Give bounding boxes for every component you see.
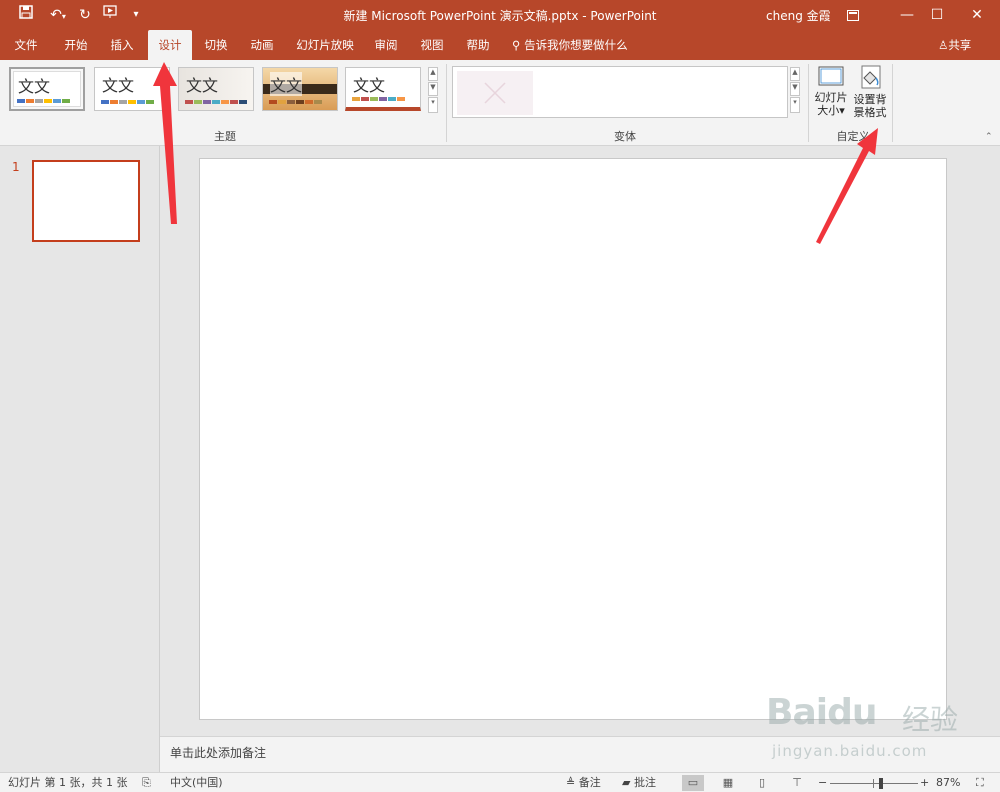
variants-scroll-down[interactable]: ▼ bbox=[790, 82, 800, 96]
format-background-button[interactable]: 设置背 景格式 bbox=[851, 64, 889, 126]
slide-thumbnail[interactable] bbox=[32, 160, 140, 242]
format-background-label-line1: 设置背 bbox=[853, 93, 887, 106]
close-icon[interactable]: ✕ bbox=[954, 0, 1000, 30]
slide-size-label-line2: 大小▾ bbox=[817, 104, 845, 117]
tab-animations[interactable]: 动画 bbox=[242, 30, 282, 60]
slide-canvas[interactable] bbox=[199, 158, 947, 720]
redo-icon[interactable]: ↻ bbox=[76, 5, 94, 25]
zoom-out-button[interactable]: − bbox=[818, 775, 827, 791]
group-label-customize: 自定义 bbox=[836, 130, 870, 143]
variants-more[interactable]: ▾ bbox=[790, 97, 800, 113]
variants-scroll-up[interactable]: ▲ bbox=[790, 67, 800, 81]
slide-thumbnails-pane: 1 bbox=[0, 146, 160, 772]
group-separator bbox=[808, 64, 809, 142]
undo-icon[interactable]: ↶▾ bbox=[44, 5, 72, 25]
save-icon[interactable] bbox=[16, 5, 36, 25]
zoom-level[interactable]: 87% bbox=[936, 775, 960, 791]
slide-size-button[interactable]: 幻灯片 大小▾ bbox=[812, 64, 850, 126]
window-title: 新建 Microsoft PowerPoint 演示文稿.pptx - Powe… bbox=[343, 9, 657, 23]
search-icon: ⚲ bbox=[512, 38, 521, 52]
group-separator bbox=[446, 64, 447, 142]
slide-sorter-view-icon[interactable]: ▦ bbox=[717, 775, 739, 791]
share-label: 共享 bbox=[948, 38, 972, 52]
group-label-variants: 变体 bbox=[614, 130, 636, 143]
watermark-brand: Baidu bbox=[766, 692, 877, 733]
format-background-icon bbox=[861, 65, 881, 89]
themes-scroll-down[interactable]: ▼ bbox=[428, 82, 438, 96]
zoom-track bbox=[830, 783, 918, 784]
ribbon-tabs: 文件 开始 插入 设计 切换 动画 幻灯片放映 审阅 视图 帮助 ⚲ 告诉我你想… bbox=[0, 30, 1000, 60]
themes-scroll-up[interactable]: ▲ bbox=[428, 67, 438, 81]
slide-size-label-line1: 幻灯片 bbox=[814, 91, 848, 104]
theme-4[interactable]: 文文 bbox=[262, 67, 338, 111]
normal-view-icon[interactable]: ▭ bbox=[682, 775, 704, 791]
slide-editing-pane bbox=[160, 146, 1000, 736]
notes-toggle[interactable]: ≜ 备注 bbox=[566, 775, 601, 791]
slideshow-view-icon[interactable]: ⊤ bbox=[786, 775, 808, 791]
reading-view-icon[interactable]: ▯ bbox=[751, 775, 773, 791]
zoom-slider[interactable] bbox=[830, 775, 918, 791]
tab-home[interactable]: 开始 bbox=[56, 30, 96, 60]
format-background-label-line2: 景格式 bbox=[853, 106, 887, 119]
theme-office[interactable]: 文文 bbox=[9, 67, 85, 111]
notes-placeholder: 单击此处添加备注 bbox=[170, 746, 267, 760]
collapse-ribbon-icon[interactable]: ⌃ bbox=[985, 132, 993, 142]
tell-me-text: 告诉我你想要做什么 bbox=[524, 38, 628, 52]
start-from-beginning-icon[interactable] bbox=[100, 5, 122, 25]
zoom-center-mark bbox=[873, 779, 874, 788]
themes-more[interactable]: ▾ bbox=[428, 97, 438, 113]
zoom-thumb[interactable] bbox=[879, 778, 884, 789]
group-label-themes: 主题 bbox=[214, 130, 236, 143]
watermark-brand-cn: 经验 bbox=[902, 703, 959, 736]
tab-view[interactable]: 视图 bbox=[412, 30, 452, 60]
watermark-url: jingyan.baidu.com bbox=[772, 742, 928, 760]
title-bar: ↶▾ ↻ ▾ 新建 Microsoft PowerPoint 演示文稿.pptx… bbox=[0, 0, 1000, 30]
slide-info: 幻灯片 第 1 张，共 1 张 bbox=[8, 776, 128, 789]
tab-slideshow[interactable]: 幻灯片放映 bbox=[290, 30, 360, 60]
language[interactable]: 中文(中国) bbox=[170, 775, 223, 791]
comments-toggle[interactable]: ▰ 批注 bbox=[622, 775, 656, 791]
tab-design[interactable]: 设计 bbox=[148, 30, 192, 60]
variant-placeholder[interactable] bbox=[457, 71, 533, 115]
theme-label: 文文 bbox=[102, 76, 135, 95]
fit-to-window-icon[interactable]: ⛶ bbox=[976, 775, 984, 791]
slide-size-icon bbox=[818, 66, 844, 86]
notes-toggle-label: 备注 bbox=[578, 776, 601, 789]
theme-3[interactable]: 文文 bbox=[178, 67, 254, 111]
theme-label: 文文 bbox=[18, 77, 51, 96]
tab-insert[interactable]: 插入 bbox=[102, 30, 142, 60]
tab-file[interactable]: 文件 bbox=[6, 30, 46, 60]
variants-gallery[interactable] bbox=[452, 66, 788, 118]
baidu-watermark: Baidu 经验 jingyan.baidu.com bbox=[766, 684, 986, 774]
status-bar: 幻灯片 第 1 张，共 1 张 ⎘ 中文(中国) ≜ 备注 ▰ 批注 ▭ ▦ ▯… bbox=[0, 772, 1000, 792]
theme-label: 文文 bbox=[353, 76, 386, 95]
notes-icon: ≜ bbox=[566, 776, 576, 789]
spellcheck-icon[interactable]: ⎘ bbox=[142, 775, 151, 791]
customize-qat-icon[interactable]: ▾ bbox=[130, 5, 142, 25]
theme-5[interactable]: 文文 bbox=[345, 67, 421, 111]
ribbon-display-options-icon[interactable] bbox=[830, 0, 876, 30]
theme-2[interactable]: 文文 bbox=[94, 67, 170, 111]
theme-label: 文文 bbox=[186, 76, 219, 95]
ribbon-design: 文文 文文 文文 文文 文文 ▲ ▼ ▾ 主题 ▲ ▼ ▾ 变体 幻灯片 大小▾… bbox=[0, 60, 1000, 146]
group-separator bbox=[892, 64, 893, 142]
tell-me-search[interactable]: ⚲ 告诉我你想要做什么 bbox=[512, 30, 628, 60]
user-name[interactable]: cheng 金霞 bbox=[766, 7, 831, 24]
comment-icon: ▰ bbox=[622, 776, 631, 789]
theme-label: 文文 bbox=[270, 72, 303, 96]
tab-review[interactable]: 审阅 bbox=[366, 30, 406, 60]
person-icon: ♙ bbox=[938, 38, 949, 52]
share-button[interactable]: ♙共享 bbox=[938, 30, 971, 60]
zoom-in-button[interactable]: + bbox=[920, 775, 929, 791]
tab-help[interactable]: 帮助 bbox=[458, 30, 498, 60]
comments-toggle-label: 批注 bbox=[633, 776, 656, 789]
tab-transitions[interactable]: 切换 bbox=[196, 30, 236, 60]
slide-number: 1 bbox=[12, 160, 20, 174]
